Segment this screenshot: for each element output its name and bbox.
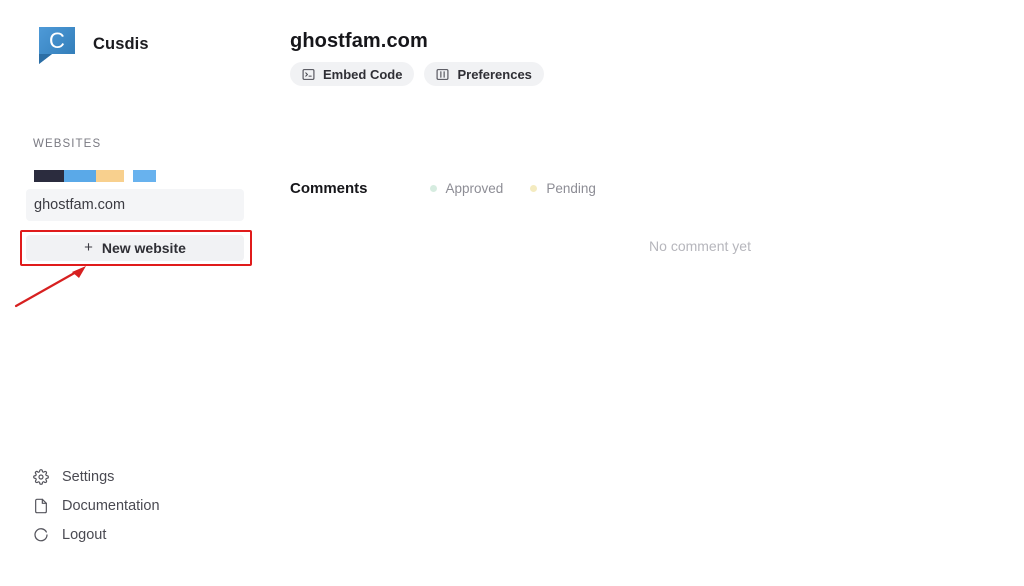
logout-icon xyxy=(33,527,49,543)
approved-status-dot xyxy=(429,185,437,192)
sidebar-item-ghostfam-com[interactable]: ghostfam.com xyxy=(26,189,244,221)
filter-label: Approved xyxy=(445,181,504,196)
sliders-icon xyxy=(436,68,449,81)
sidebar-item-documentation[interactable]: Documentation xyxy=(33,491,160,520)
pending-status-dot xyxy=(530,185,538,192)
sidebar-item-label: Settings xyxy=(62,468,115,485)
gear-icon xyxy=(33,468,49,485)
filter-tab-pending[interactable]: Pending xyxy=(530,181,596,196)
embed-code-button[interactable]: Embed Code xyxy=(290,62,415,86)
website-color-bar xyxy=(64,170,96,182)
main-content: ghostfam.com Embed Code Preferences Comm… xyxy=(288,0,1024,586)
sidebar-item-label: Logout xyxy=(62,526,107,543)
new-website-label: New website xyxy=(101,240,186,256)
embed-code-label: Embed Code xyxy=(323,66,403,82)
empty-state-message: No comment yet xyxy=(649,238,751,254)
brand-name: Cusdis xyxy=(93,34,149,53)
filter-tab-approved[interactable]: Approved xyxy=(429,181,504,196)
filter-label: Pending xyxy=(546,181,596,196)
websites-section-label: WEBSITES xyxy=(33,138,102,150)
header-actions: Embed Code Preferences xyxy=(290,62,544,86)
speech-bubble-logo: C xyxy=(35,22,79,66)
new-website-button[interactable]: + New website xyxy=(26,235,244,261)
sidebar-item-settings[interactable]: Settings xyxy=(33,462,160,491)
sidebar-item-logout[interactable]: Logout xyxy=(33,520,160,549)
preferences-button[interactable]: Preferences xyxy=(424,62,544,86)
code-terminal-icon xyxy=(302,68,315,81)
page-title: ghostfam.com xyxy=(290,30,428,52)
preferences-label: Preferences xyxy=(457,66,532,82)
sidebar: C Cusdis WEBSITES ghostfam.com + New web… xyxy=(0,0,288,586)
sidebar-item-label: ghostfam.com xyxy=(34,197,126,213)
website-color-bar xyxy=(96,170,124,182)
comments-heading: Comments xyxy=(290,180,368,197)
website-color-bar xyxy=(133,170,156,182)
document-icon xyxy=(33,498,49,514)
cusdis-dashboard: C Cusdis WEBSITES ghostfam.com + New web… xyxy=(0,0,1024,586)
website-color-bar xyxy=(124,170,133,182)
brand[interactable]: C Cusdis xyxy=(35,22,149,66)
annotation-arrow xyxy=(8,258,108,314)
comments-toolbar: Comments Approved Pending xyxy=(290,180,623,197)
svg-text:C: C xyxy=(49,28,65,53)
plus-icon: + xyxy=(84,238,93,256)
website-color-bars xyxy=(34,170,156,182)
sidebar-item-label: Documentation xyxy=(62,497,160,514)
website-color-bar xyxy=(34,170,64,182)
sidebar-bottom-nav: Settings Documentation Logout xyxy=(33,462,160,549)
